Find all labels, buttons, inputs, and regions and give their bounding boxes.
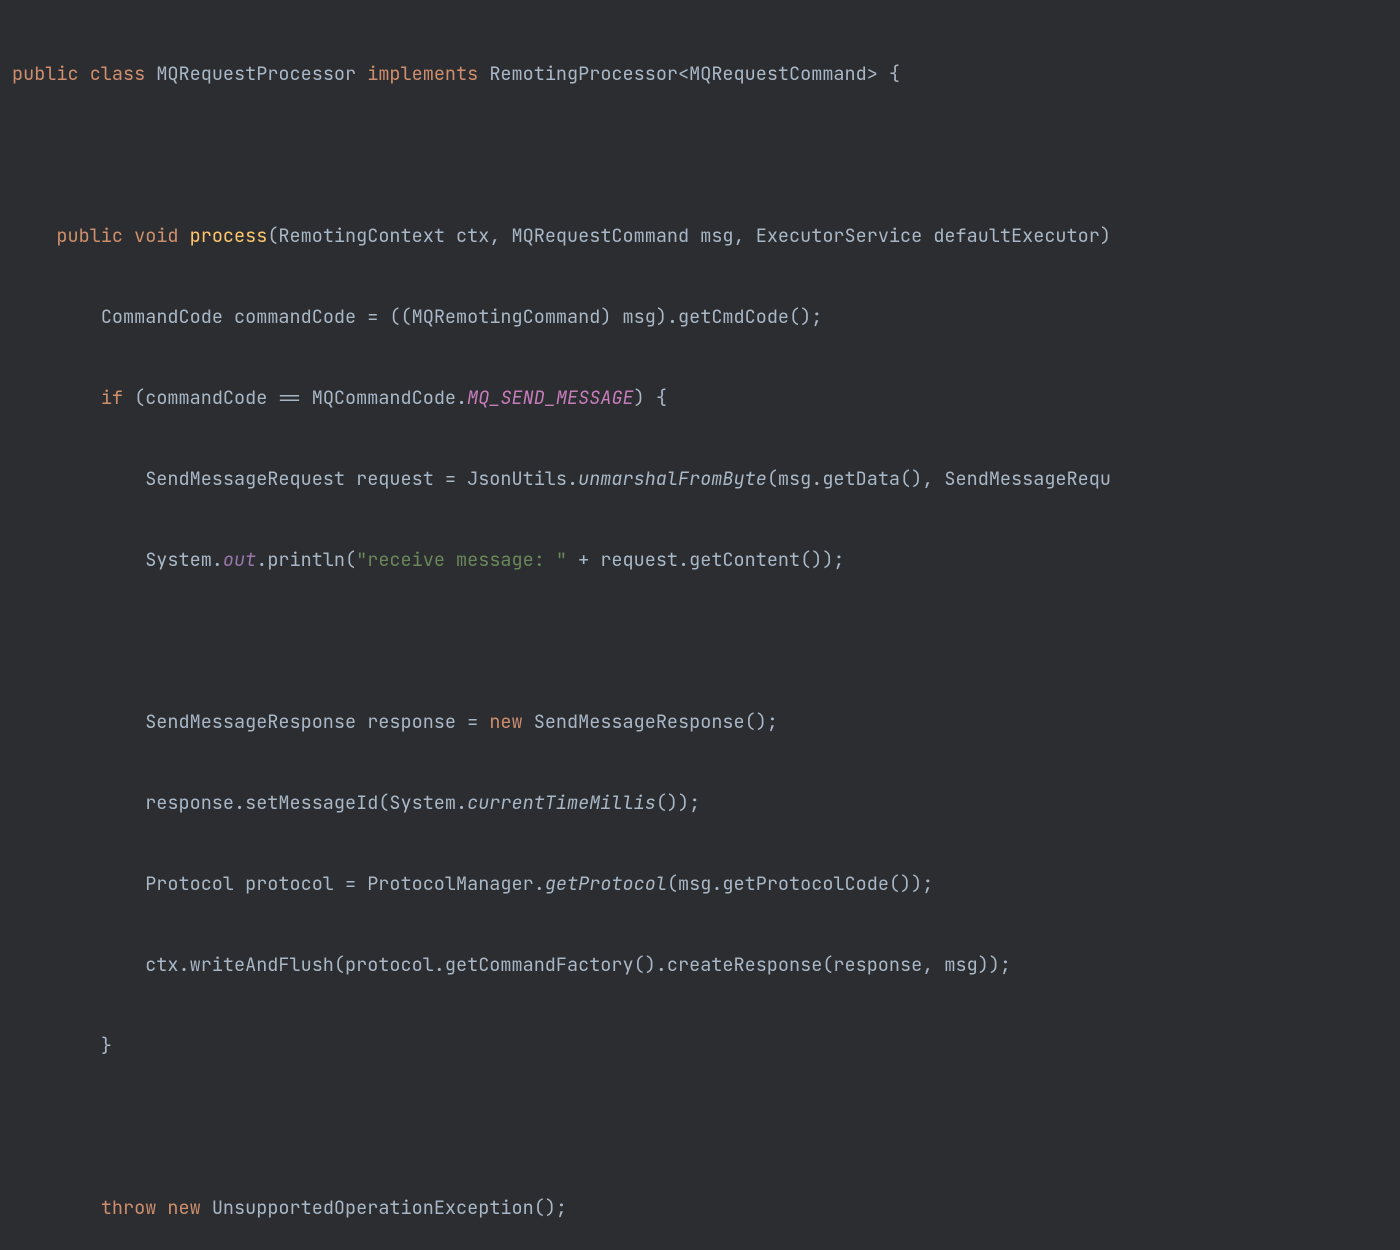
static-method-call: getProtocol <box>545 871 667 896</box>
class-name: MQRequestProcessor <box>156 61 367 86</box>
code-line[interactable]: CommandCode commandCode = ((MQRemotingCo… <box>0 303 1400 330</box>
keyword-class: class <box>90 61 157 86</box>
method-params: (RemotingContext ctx, MQRequestCommand m… <box>267 223 1111 248</box>
code-line[interactable]: SendMessageRequest request = JsonUtils.u… <box>0 465 1400 492</box>
statement: ctx.writeAndFlush(protocol.getCommandFac… <box>145 952 1011 977</box>
string-literal: "receive message: " <box>356 547 567 572</box>
keyword-implements: implements <box>367 61 489 86</box>
static-field-out: out <box>223 547 256 572</box>
code-line[interactable]: throw new UnsupportedOperationException(… <box>0 1194 1400 1221</box>
code-line[interactable]: System.out.println("receive message: " +… <box>0 546 1400 573</box>
code-line-blank[interactable] <box>0 141 1400 168</box>
keyword-public: public <box>56 223 134 248</box>
keyword-throw: throw <box>101 1195 168 1220</box>
brace-close: } <box>101 1033 112 1058</box>
keyword-void: void <box>134 223 190 248</box>
code-line[interactable]: ctx.writeAndFlush(protocol.getCommandFac… <box>0 951 1400 978</box>
static-method-call: currentTimeMillis <box>467 790 656 815</box>
keyword-if: if <box>101 385 134 410</box>
code-line[interactable]: public class MQRequestProcessor implemen… <box>0 60 1400 87</box>
code-line-blank[interactable] <box>0 1113 1400 1140</box>
exception-type: UnsupportedOperationException(); <box>212 1195 567 1220</box>
code-line[interactable]: response.setMessageId(System.currentTime… <box>0 789 1400 816</box>
fold-marker[interactable] <box>0 384 12 411</box>
keyword-public: public <box>12 61 90 86</box>
fold-marker[interactable] <box>0 222 12 249</box>
code-line-blank[interactable] <box>0 627 1400 654</box>
keyword-new: new <box>489 709 533 734</box>
condition: (commandCode == MQCommandCode. <box>134 385 467 410</box>
code-editor[interactable]: public class MQRequestProcessor implemen… <box>0 0 1400 1250</box>
interface-name: RemotingProcessor <box>489 61 678 86</box>
code-line[interactable]: public void process(RemotingContext ctx,… <box>0 222 1400 249</box>
method-name-process: process <box>190 223 268 248</box>
keyword-new: new <box>167 1195 211 1220</box>
static-method-call: unmarshalFromByte <box>578 466 767 491</box>
fold-marker[interactable] <box>0 1032 12 1059</box>
statement: CommandCode commandCode = ((MQRemotingCo… <box>101 304 823 329</box>
code-line[interactable]: SendMessageResponse response = new SendM… <box>0 708 1400 735</box>
enum-constant: MQ_SEND_MESSAGE <box>467 385 634 410</box>
code-line[interactable]: if (commandCode == MQCommandCode.MQ_SEND… <box>0 384 1400 411</box>
code-line[interactable]: } <box>0 1032 1400 1059</box>
fold-marker[interactable] <box>0 60 12 87</box>
code-line[interactable]: Protocol protocol = ProtocolManager.getP… <box>0 870 1400 897</box>
generic-type: <MQRequestCommand> { <box>678 61 900 86</box>
